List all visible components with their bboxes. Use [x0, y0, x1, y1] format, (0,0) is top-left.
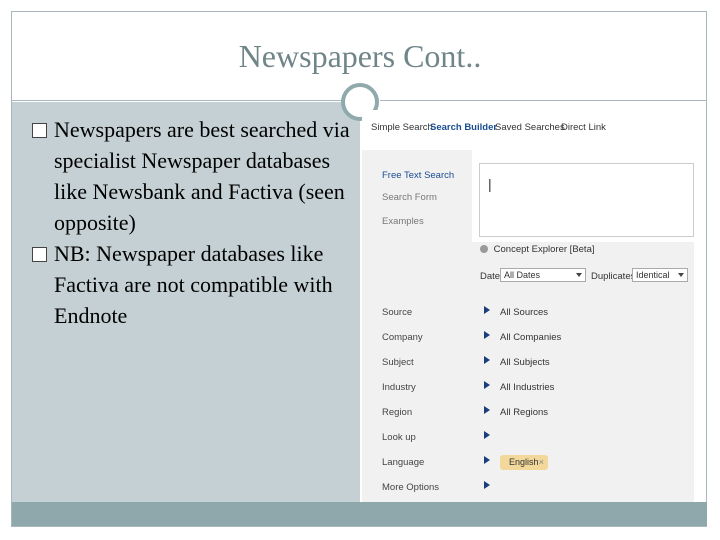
bullet-item: Newspapers are best searched via special…: [30, 114, 352, 238]
expand-arrow-icon[interactable]: [484, 431, 490, 439]
date-select-value: All Dates: [504, 270, 541, 280]
tab-search-builder[interactable]: Search Builder: [430, 122, 497, 133]
duplicates-select-value: Identical: [636, 270, 670, 280]
title-divider-right: [380, 100, 707, 101]
filter-label: Subject: [382, 357, 414, 368]
tab-direct-link[interactable]: Direct Link: [561, 122, 606, 133]
date-label: Date: [480, 271, 501, 282]
expand-arrow-icon[interactable]: [484, 356, 490, 364]
bullet-item: NB: Newspaper databases like Factiva are…: [30, 238, 352, 331]
toggle-dot-icon: [480, 245, 488, 253]
close-icon[interactable]: ×: [539, 455, 544, 470]
filter-label: Language: [382, 457, 425, 468]
slide-title: Newspapers Cont..: [238, 38, 482, 74]
expand-arrow-icon[interactable]: [484, 406, 490, 414]
text-cursor: |: [488, 176, 492, 192]
filter-row-source[interactable]: Source All Sources: [362, 300, 694, 325]
bullet-list: Newspapers are best searched via special…: [30, 114, 352, 331]
free-text-search-link[interactable]: Free Text Search: [382, 170, 454, 181]
filter-label: Source: [382, 307, 413, 318]
filter-label: Industry: [382, 382, 416, 393]
bullet-text: Newspapers are best searched via special…: [54, 117, 350, 235]
filter-label: Company: [382, 332, 423, 343]
search-tabs: Simple Search Search Builder Saved Searc…: [362, 110, 694, 150]
search-options-strip: Concept Explorer [Beta] Date All Dates D…: [472, 242, 694, 300]
language-chip-label: English: [509, 457, 539, 467]
tab-saved-searches[interactable]: Saved Searches: [495, 122, 565, 133]
free-text-search-input[interactable]: |: [479, 163, 694, 237]
concept-explorer-label: Concept Explorer [Beta]: [493, 244, 595, 255]
bottom-bar: [12, 502, 707, 526]
filter-label: More Options: [382, 482, 440, 493]
expand-arrow-icon[interactable]: [484, 481, 490, 489]
filter-value: All Sources: [500, 307, 549, 318]
expand-arrow-icon[interactable]: [484, 306, 490, 314]
language-chip[interactable]: English ×: [500, 455, 548, 470]
filter-row-region[interactable]: Region All Regions: [362, 400, 694, 425]
expand-arrow-icon[interactable]: [484, 331, 490, 339]
filter-value: All Regions: [500, 407, 549, 418]
tab-simple-search[interactable]: Simple Search: [371, 122, 433, 133]
filter-value: All Companies: [500, 332, 562, 343]
filter-label: Look up: [382, 432, 416, 443]
filter-value: All Industries: [500, 382, 555, 393]
expand-arrow-icon[interactable]: [484, 381, 490, 389]
search-left-column: Free Text Search Search Form Examples: [362, 150, 472, 300]
concept-explorer-toggle[interactable]: Concept Explorer [Beta]: [480, 244, 595, 255]
search-form-link[interactable]: Search Form: [382, 192, 437, 203]
factiva-screenshot: Simple Search Search Builder Saved Searc…: [362, 110, 694, 502]
bullet-text: NB: Newspaper databases like Factiva are…: [54, 241, 333, 328]
chevron-down-icon: [678, 273, 684, 277]
filter-row-subject[interactable]: Subject All Subjects: [362, 350, 694, 375]
duplicates-label: Duplicates: [591, 271, 636, 282]
expand-arrow-icon[interactable]: [484, 456, 490, 464]
title-divider-left: [12, 100, 344, 101]
filter-label: Region: [382, 407, 413, 418]
filter-value: All Subjects: [500, 357, 550, 368]
examples-link[interactable]: Examples: [382, 216, 424, 227]
duplicates-select[interactable]: Identical: [632, 268, 688, 282]
chevron-down-icon: [576, 273, 582, 277]
filter-row-industry[interactable]: Industry All Industries: [362, 375, 694, 400]
filter-row-lookup[interactable]: Look up: [362, 425, 694, 450]
filter-row-more-options[interactable]: More Options: [362, 475, 694, 500]
date-select[interactable]: All Dates: [500, 268, 586, 282]
filter-row-company[interactable]: Company All Companies: [362, 325, 694, 350]
